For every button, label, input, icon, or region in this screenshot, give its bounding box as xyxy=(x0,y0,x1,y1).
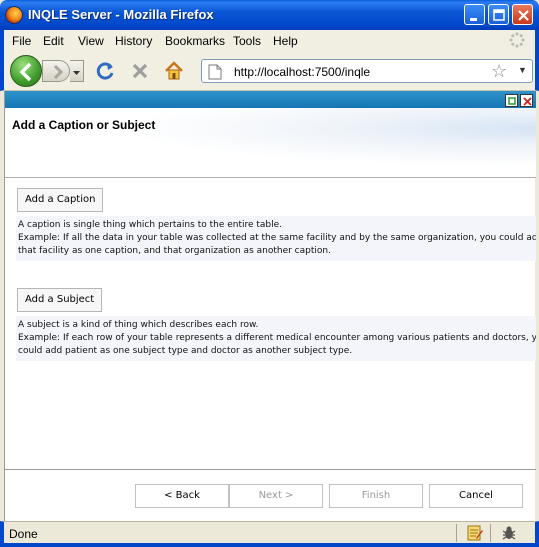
url-text[interactable]: http://localhost:7500/inqle xyxy=(234,65,370,79)
finish-wizard-button[interactable]: Finish xyxy=(329,484,423,508)
close-icon xyxy=(518,10,529,21)
menu-edit[interactable]: Edit xyxy=(43,34,64,48)
add-subject-button[interactable]: Add a Subject xyxy=(17,288,103,312)
page-header: Add a Caption or Subject xyxy=(5,108,536,178)
firefox-icon xyxy=(5,6,23,24)
subject-description: A subject is a kind of thing which descr… xyxy=(16,316,536,361)
url-dropdown-icon[interactable]: ▼ xyxy=(518,65,527,75)
navigation-toolbar: http://localhost:7500/inqle ☆ ▼ xyxy=(0,51,539,91)
footer-divider xyxy=(5,469,536,470)
menu-history[interactable]: History xyxy=(115,34,152,48)
caption-description: A caption is single thing which pertains… xyxy=(16,216,536,261)
menu-view[interactable]: View xyxy=(78,34,104,48)
history-dropdown-button[interactable] xyxy=(70,60,84,82)
minimize-icon xyxy=(470,18,477,21)
subject-desc-line: could add patient as one subject type an… xyxy=(18,346,353,356)
window-title: INQLE Server - Mozilla Firefox xyxy=(28,7,214,22)
menu-bookmarks[interactable]: Bookmarks xyxy=(165,34,225,48)
forward-arrow-icon xyxy=(53,64,64,80)
menu-file[interactable]: File xyxy=(12,34,31,48)
maximize-icon xyxy=(493,9,505,21)
status-text: Done xyxy=(9,527,38,541)
caption-desc-line: A caption is single thing which pertains… xyxy=(18,220,283,230)
back-arrow-icon xyxy=(19,62,32,82)
url-bar[interactable]: http://localhost:7500/inqle ☆ ▼ xyxy=(201,59,533,83)
chevron-down-icon xyxy=(73,71,80,75)
panel-close-button[interactable] xyxy=(520,94,533,107)
firebug-icon[interactable] xyxy=(500,524,518,542)
caption-desc-line: Example: If all the data in your table w… xyxy=(18,233,536,243)
status-separator xyxy=(456,524,457,542)
status-bar: Done xyxy=(0,521,539,547)
panel-restore-button[interactable] xyxy=(505,94,518,107)
close-button[interactable] xyxy=(512,4,533,25)
add-caption-button[interactable]: Add a Caption xyxy=(17,188,104,212)
menu-bar: File Edit View History Bookmarks Tools H… xyxy=(0,30,539,51)
back-wizard-button[interactable]: < Back xyxy=(135,484,229,508)
menu-help[interactable]: Help xyxy=(273,34,298,48)
reload-icon[interactable] xyxy=(96,61,116,81)
subject-desc-line: A subject is a kind of thing which descr… xyxy=(18,320,259,330)
status-separator xyxy=(490,524,491,542)
menu-tools[interactable]: Tools xyxy=(233,34,261,48)
home-icon[interactable] xyxy=(164,61,184,81)
caption-desc-line: that facility as one caption, and that o… xyxy=(18,246,331,256)
subject-desc-line: Example: If each row of your table repre… xyxy=(18,333,536,343)
restore-icon xyxy=(508,97,516,105)
page-title: Add a Caption or Subject xyxy=(12,118,156,132)
bookmark-star-icon[interactable]: ☆ xyxy=(491,62,507,80)
page-icon xyxy=(208,64,222,80)
stop-icon[interactable] xyxy=(130,61,150,81)
back-button[interactable] xyxy=(10,55,42,87)
window-title-bar[interactable]: INQLE Server - Mozilla Firefox xyxy=(0,0,539,30)
forward-button[interactable] xyxy=(42,60,70,82)
close-icon xyxy=(523,97,532,106)
next-wizard-button[interactable]: Next > xyxy=(229,484,323,508)
page-content: Add a Caption or Subject Add a Caption A… xyxy=(4,91,536,521)
cancel-wizard-button[interactable]: Cancel xyxy=(429,484,523,508)
maximize-button[interactable] xyxy=(488,4,509,25)
notepad-icon[interactable] xyxy=(466,524,484,542)
minimize-button[interactable] xyxy=(464,4,485,25)
panel-header-bar xyxy=(5,91,536,108)
throbber-icon xyxy=(509,32,525,48)
